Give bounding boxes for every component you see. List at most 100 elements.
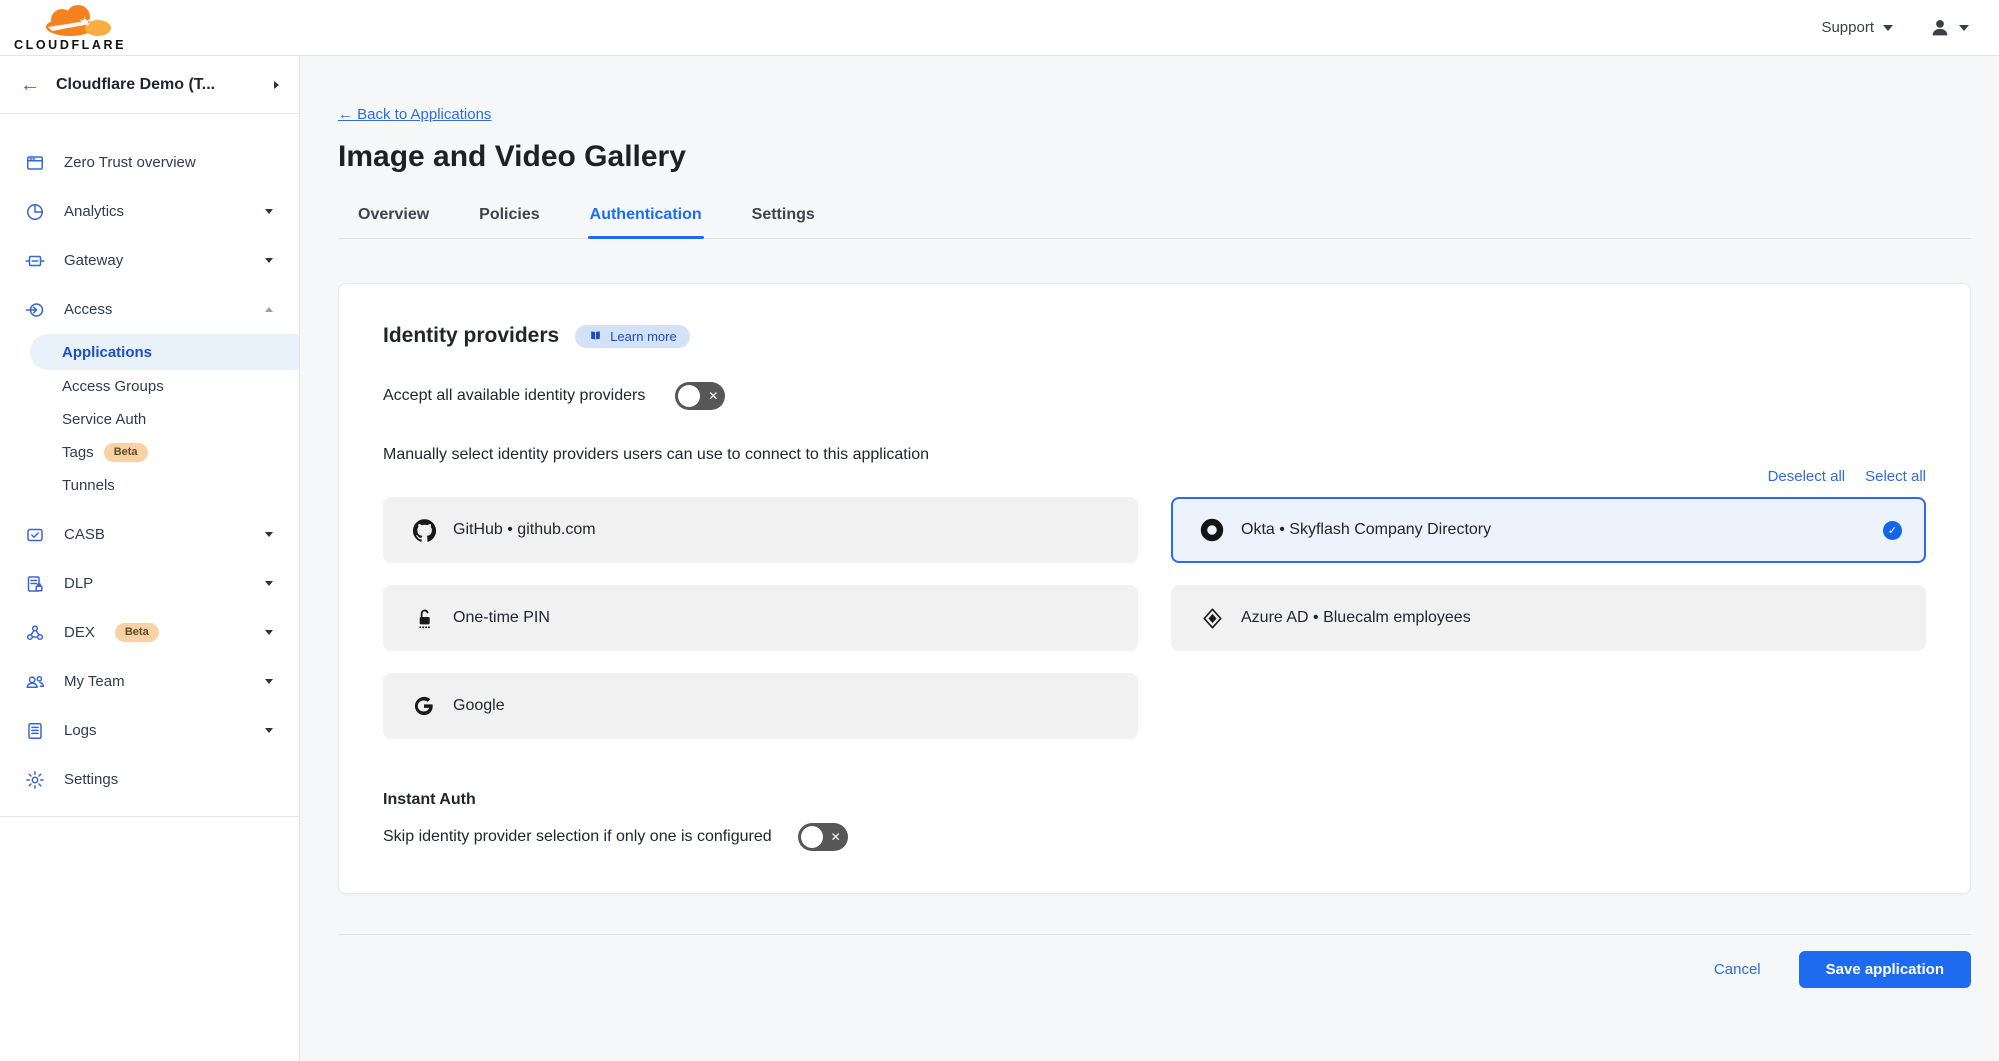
nav-label: CASB (64, 526, 105, 543)
instant-auth-label: Skip identity provider selection if only… (383, 828, 772, 846)
cloudflare-wordmark: CLOUDFLARE (14, 38, 126, 52)
back-arrow-icon[interactable]: ← (20, 75, 40, 95)
caret-down-icon (265, 258, 273, 263)
provider-github[interactable]: GitHub • github.com (383, 497, 1138, 563)
nav-label: Tags (62, 444, 94, 461)
user-menu[interactable] (1929, 17, 1969, 39)
caret-down-icon (265, 532, 273, 537)
nav-label: Tunnels (62, 477, 115, 494)
tab-authentication[interactable]: Authentication (588, 198, 704, 238)
analytics-icon (24, 202, 46, 222)
x-icon: ✕ (708, 390, 718, 402)
support-menu[interactable]: Support (1821, 19, 1893, 36)
page-title: Image and Video Gallery (338, 140, 1971, 174)
identity-providers-heading: Identity providers (383, 324, 559, 348)
sidebar-nav: Zero Trust overview Analytics (0, 114, 299, 817)
deselect-all-link[interactable]: Deselect all (1768, 468, 1846, 485)
sidebar-item-dlp[interactable]: DLP (0, 559, 299, 608)
instant-auth-toggle[interactable]: ✕ (798, 823, 848, 851)
gateway-icon (24, 251, 46, 271)
nav-label: Access (64, 301, 112, 318)
sidebar-item-zero-trust-overview[interactable]: Zero Trust overview (0, 138, 299, 187)
tab-settings[interactable]: Settings (750, 198, 817, 238)
identity-providers-card: Identity providers Learn more Accept all… (338, 283, 1971, 894)
cancel-button[interactable]: Cancel (1714, 961, 1761, 978)
tab-bar: Overview Policies Authentication Setting… (338, 198, 1971, 239)
casb-icon (24, 525, 46, 545)
sidebar-item-dex[interactable]: DEX Beta (0, 608, 299, 657)
access-icon (24, 300, 46, 320)
window-icon (24, 153, 46, 173)
provider-one-time-pin[interactable]: One-time PIN (383, 585, 1138, 651)
google-icon (411, 695, 437, 717)
sidebar-item-tunnels[interactable]: Tunnels (0, 469, 299, 502)
manual-select-label: Manually select identity providers users… (383, 446, 1926, 464)
nav-label: Zero Trust overview (64, 154, 196, 171)
sidebar-item-analytics[interactable]: Analytics (0, 187, 299, 236)
one-time-pin-icon (411, 606, 437, 630)
caret-down-icon (265, 581, 273, 586)
save-application-button[interactable]: Save application (1799, 951, 1971, 988)
caret-up-icon (265, 307, 273, 312)
book-icon (588, 329, 603, 343)
caret-down-icon (265, 209, 273, 214)
beta-badge: Beta (115, 623, 159, 641)
sidebar-item-my-team[interactable]: My Team (0, 657, 299, 706)
caret-down-icon (265, 630, 273, 635)
tab-overview[interactable]: Overview (356, 198, 431, 238)
azure-ad-icon (1199, 607, 1225, 630)
access-sub-menu: Applications Access Groups Service Auth … (0, 334, 299, 502)
instant-auth-heading: Instant Auth (383, 791, 1926, 809)
tab-policies[interactable]: Policies (477, 198, 541, 238)
nav-label: DLP (64, 575, 93, 592)
sidebar-item-casb[interactable]: CASB (0, 510, 299, 559)
provider-azure-ad[interactable]: Azure AD • Bluecalm employees (1171, 585, 1926, 651)
dlp-icon (24, 574, 46, 594)
account-switcher[interactable]: ← Cloudflare Demo (T... (0, 56, 299, 114)
sidebar-divider (0, 816, 299, 817)
nav-label: Analytics (64, 203, 124, 220)
caret-down-icon (265, 728, 273, 733)
provider-grid: GitHub • github.com Okta • Skyflash Comp… (383, 497, 1926, 739)
cloudflare-logo[interactable]: CLOUDFLARE (14, 3, 126, 52)
nav-label: Applications (62, 344, 152, 361)
account-name: Cloudflare Demo (T... (56, 76, 258, 94)
sidebar-item-tags[interactable]: Tags Beta (0, 436, 299, 469)
sidebar-item-access[interactable]: Access (0, 285, 299, 334)
sidebar: ← Cloudflare Demo (T... Zero Trust overv… (0, 56, 300, 1061)
learn-more-badge[interactable]: Learn more (575, 325, 689, 348)
accept-all-label: Accept all available identity providers (383, 387, 645, 405)
sidebar-item-settings[interactable]: Settings (0, 755, 299, 804)
support-label: Support (1821, 19, 1874, 36)
user-caret-icon (1959, 25, 1969, 31)
toggle-knob (801, 826, 823, 848)
nav-label: Access Groups (62, 378, 164, 395)
provider-label: Google (453, 697, 505, 715)
sidebar-item-logs[interactable]: Logs (0, 706, 299, 755)
nav-label: Settings (64, 771, 118, 788)
user-icon (1929, 17, 1951, 39)
select-all-link[interactable]: Select all (1865, 468, 1926, 485)
support-caret-icon (1883, 25, 1893, 31)
nav-label: Gateway (64, 252, 123, 269)
nav-label: Service Auth (62, 411, 146, 428)
sidebar-item-applications[interactable]: Applications (30, 334, 299, 370)
accept-all-toggle[interactable]: ✕ (675, 382, 725, 410)
nav-label: My Team (64, 673, 125, 690)
back-to-applications-link[interactable]: ← Back to Applications (338, 106, 491, 123)
logs-icon (24, 721, 46, 741)
chevron-right-icon (274, 81, 279, 89)
nav-label: Logs (64, 722, 97, 739)
beta-badge: Beta (104, 443, 148, 461)
check-icon: ✓ (1883, 521, 1902, 540)
sidebar-item-gateway[interactable]: Gateway (0, 236, 299, 285)
provider-okta[interactable]: Okta • Skyflash Company Directory ✓ (1171, 497, 1926, 563)
sidebar-item-access-groups[interactable]: Access Groups (0, 370, 299, 403)
github-icon (411, 519, 437, 542)
sidebar-item-service-auth[interactable]: Service Auth (0, 403, 299, 436)
provider-google[interactable]: Google (383, 673, 1138, 739)
action-footer: Cancel Save application (338, 934, 1971, 988)
gear-icon (24, 770, 46, 790)
team-icon (24, 672, 46, 692)
dex-icon (24, 623, 46, 643)
